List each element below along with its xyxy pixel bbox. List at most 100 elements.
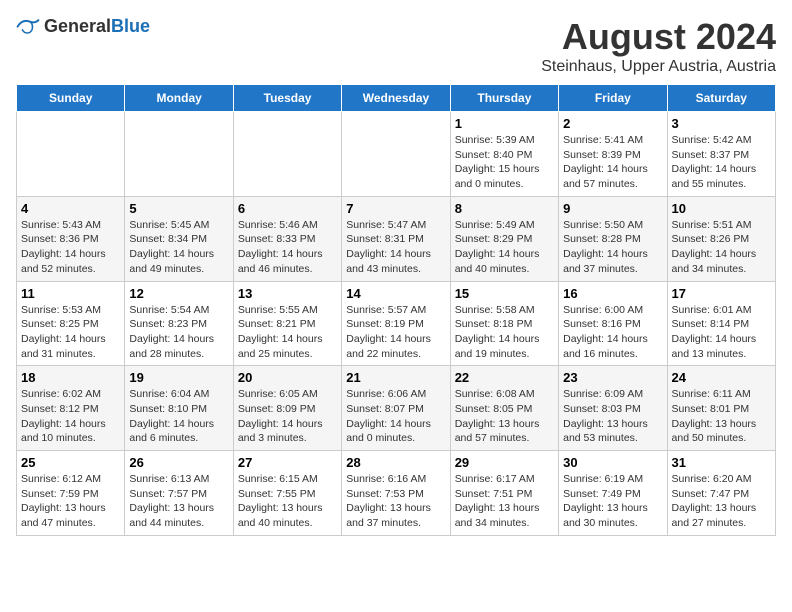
week-row-2: 4 Sunrise: 5:43 AMSunset: 8:36 PMDaylight… (17, 196, 776, 281)
day-detail: Sunrise: 5:50 AMSunset: 8:28 PMDaylight:… (563, 218, 662, 277)
day-detail: Sunrise: 6:12 AMSunset: 7:59 PMDaylight:… (21, 472, 120, 531)
day-number: 12 (129, 286, 228, 301)
calendar-table: SundayMondayTuesdayWednesdayThursdayFrid… (16, 84, 776, 536)
week-row-3: 11Sunrise: 5:53 AMSunset: 8:25 PMDayligh… (17, 281, 776, 366)
day-number: 25 (21, 455, 120, 470)
day-cell: 17 Sunrise: 6:01 AMSunset: 8:14 PMDayligh… (667, 281, 775, 366)
day-detail: Sunrise: 5:57 AMSunset: 8:19 PMDaylight:… (346, 303, 445, 362)
day-number: 6 (238, 201, 337, 216)
day-number: 23 (563, 370, 662, 385)
day-detail: Sunrise: 6:15 AMSunset: 7:55 PMDaylight:… (238, 472, 337, 531)
col-header-wednesday: Wednesday (342, 85, 450, 112)
day-cell (233, 112, 341, 197)
day-detail: Sunrise: 6:11 AMSunset: 8:01 PMDaylight:… (672, 387, 771, 446)
day-cell: 7 Sunrise: 5:47 AMSunset: 8:31 PMDaylight… (342, 196, 450, 281)
day-detail: Sunrise: 5:51 AMSunset: 8:26 PMDaylight:… (672, 218, 771, 277)
col-header-thursday: Thursday (450, 85, 558, 112)
day-cell: 10 Sunrise: 5:51 AMSunset: 8:26 PMDayligh… (667, 196, 775, 281)
day-cell: 9 Sunrise: 5:50 AMSunset: 8:28 PMDaylight… (559, 196, 667, 281)
day-cell: 24Sunrise: 6:11 AMSunset: 8:01 PMDayligh… (667, 366, 775, 451)
col-header-monday: Monday (125, 85, 233, 112)
day-cell: 20Sunrise: 6:05 AMSunset: 8:09 PMDayligh… (233, 366, 341, 451)
day-detail: Sunrise: 5:49 AMSunset: 8:29 PMDaylight:… (455, 218, 554, 277)
day-number: 30 (563, 455, 662, 470)
title-area: August 2024 Steinhaus, Upper Austria, Au… (541, 16, 776, 76)
day-number: 17 (672, 286, 771, 301)
col-header-saturday: Saturday (667, 85, 775, 112)
day-number: 27 (238, 455, 337, 470)
day-number: 20 (238, 370, 337, 385)
day-number: 10 (672, 201, 771, 216)
week-row-1: 1 Sunrise: 5:39 AMSunset: 8:40 PMDaylight… (17, 112, 776, 197)
day-cell: 23 Sunrise: 6:09 AMSunset: 8:03 PMDayligh… (559, 366, 667, 451)
header-row: SundayMondayTuesdayWednesdayThursdayFrid… (17, 85, 776, 112)
day-detail: Sunrise: 5:53 AMSunset: 8:25 PMDaylight:… (21, 303, 120, 362)
col-header-friday: Friday (559, 85, 667, 112)
day-detail: Sunrise: 5:54 AMSunset: 8:23 PMDaylight:… (129, 303, 228, 362)
day-cell: 3 Sunrise: 5:42 AMSunset: 8:37 PMDaylight… (667, 112, 775, 197)
day-number: 31 (672, 455, 771, 470)
day-detail: Sunrise: 6:09 AMSunset: 8:03 PMDaylight:… (563, 387, 662, 446)
day-cell: 14 Sunrise: 5:57 AMSunset: 8:19 PMDayligh… (342, 281, 450, 366)
day-detail: Sunrise: 5:45 AMSunset: 8:34 PMDaylight:… (129, 218, 228, 277)
day-number: 19 (129, 370, 228, 385)
day-number: 29 (455, 455, 554, 470)
day-detail: Sunrise: 5:39 AMSunset: 8:40 PMDaylight:… (455, 133, 554, 192)
day-cell: 27 Sunrise: 6:15 AMSunset: 7:55 PMDayligh… (233, 451, 341, 536)
day-number: 3 (672, 116, 771, 131)
day-detail: Sunrise: 6:19 AMSunset: 7:49 PMDaylight:… (563, 472, 662, 531)
day-number: 2 (563, 116, 662, 131)
day-detail: Sunrise: 5:42 AMSunset: 8:37 PMDaylight:… (672, 133, 771, 192)
day-cell: 30 Sunrise: 6:19 AMSunset: 7:49 PMDayligh… (559, 451, 667, 536)
day-cell: 5Sunrise: 5:45 AMSunset: 8:34 PMDaylight… (125, 196, 233, 281)
day-cell (342, 112, 450, 197)
day-detail: Sunrise: 5:43 AMSunset: 8:36 PMDaylight:… (21, 218, 120, 277)
day-number: 9 (563, 201, 662, 216)
day-cell: 29 Sunrise: 6:17 AMSunset: 7:51 PMDayligh… (450, 451, 558, 536)
day-number: 18 (21, 370, 120, 385)
day-number: 15 (455, 286, 554, 301)
day-cell: 8 Sunrise: 5:49 AMSunset: 8:29 PMDaylight… (450, 196, 558, 281)
day-detail: Sunrise: 6:13 AMSunset: 7:57 PMDaylight:… (129, 472, 228, 531)
day-number: 28 (346, 455, 445, 470)
day-detail: Sunrise: 6:20 AMSunset: 7:47 PMDaylight:… (672, 472, 771, 531)
day-number: 16 (563, 286, 662, 301)
day-detail: Sunrise: 5:46 AMSunset: 8:33 PMDaylight:… (238, 218, 337, 277)
day-detail: Sunrise: 6:16 AMSunset: 7:53 PMDaylight:… (346, 472, 445, 531)
day-detail: Sunrise: 5:58 AMSunset: 8:18 PMDaylight:… (455, 303, 554, 362)
day-detail: Sunrise: 5:47 AMSunset: 8:31 PMDaylight:… (346, 218, 445, 277)
day-number: 4 (21, 201, 120, 216)
logo-bird-icon (16, 17, 40, 37)
day-number: 7 (346, 201, 445, 216)
day-detail: Sunrise: 6:08 AMSunset: 8:05 PMDaylight:… (455, 387, 554, 446)
day-cell: 12 Sunrise: 5:54 AMSunset: 8:23 PMDayligh… (125, 281, 233, 366)
day-cell: 26 Sunrise: 6:13 AMSunset: 7:57 PMDayligh… (125, 451, 233, 536)
day-detail: Sunrise: 5:41 AMSunset: 8:39 PMDaylight:… (563, 133, 662, 192)
day-cell: 6 Sunrise: 5:46 AMSunset: 8:33 PMDaylight… (233, 196, 341, 281)
day-cell (125, 112, 233, 197)
week-row-4: 18Sunrise: 6:02 AMSunset: 8:12 PMDayligh… (17, 366, 776, 451)
day-number: 22 (455, 370, 554, 385)
day-cell: 4 Sunrise: 5:43 AMSunset: 8:36 PMDaylight… (17, 196, 125, 281)
logo: GeneralBlue (16, 16, 150, 37)
day-number: 21 (346, 370, 445, 385)
day-cell: 22 Sunrise: 6:08 AMSunset: 8:05 PMDayligh… (450, 366, 558, 451)
header: GeneralBlue August 2024 Steinhaus, Upper… (16, 16, 776, 76)
day-number: 8 (455, 201, 554, 216)
day-number: 26 (129, 455, 228, 470)
main-title: August 2024 (541, 16, 776, 58)
day-cell (17, 112, 125, 197)
day-number: 14 (346, 286, 445, 301)
day-number: 1 (455, 116, 554, 131)
week-row-5: 25 Sunrise: 6:12 AMSunset: 7:59 PMDayligh… (17, 451, 776, 536)
day-cell: 21Sunrise: 6:06 AMSunset: 8:07 PMDayligh… (342, 366, 450, 451)
day-cell: 19Sunrise: 6:04 AMSunset: 8:10 PMDayligh… (125, 366, 233, 451)
day-detail: Sunrise: 5:55 AMSunset: 8:21 PMDaylight:… (238, 303, 337, 362)
day-cell: 16 Sunrise: 6:00 AMSunset: 8:16 PMDayligh… (559, 281, 667, 366)
day-cell: 28 Sunrise: 6:16 AMSunset: 7:53 PMDayligh… (342, 451, 450, 536)
day-detail: Sunrise: 6:01 AMSunset: 8:14 PMDaylight:… (672, 303, 771, 362)
day-detail: Sunrise: 6:00 AMSunset: 8:16 PMDaylight:… (563, 303, 662, 362)
day-cell: 25 Sunrise: 6:12 AMSunset: 7:59 PMDayligh… (17, 451, 125, 536)
day-cell: 11Sunrise: 5:53 AMSunset: 8:25 PMDayligh… (17, 281, 125, 366)
day-detail: Sunrise: 6:17 AMSunset: 7:51 PMDaylight:… (455, 472, 554, 531)
